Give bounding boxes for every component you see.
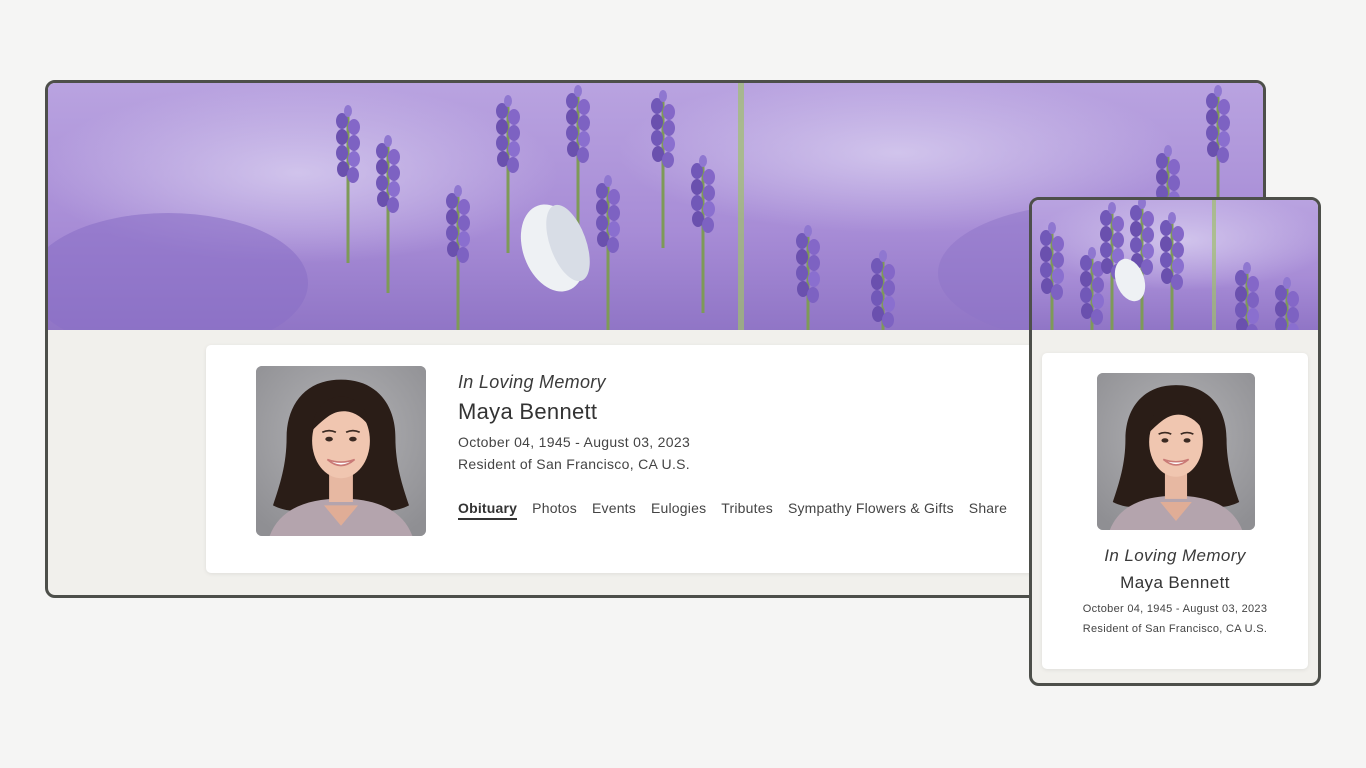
memorial-nav: Obituary Photos Events Eulogies Tributes… — [458, 500, 1007, 520]
tab-sympathy-flowers-gifts[interactable]: Sympathy Flowers & Gifts — [788, 500, 954, 520]
profile-info: In Loving Memory Maya Bennett October 04… — [458, 372, 690, 472]
tab-obituary[interactable]: Obituary — [458, 500, 518, 520]
residence: Resident of San Francisco, CA U.S. — [458, 456, 690, 472]
mobile-profile-card: In Loving Memory Maya Bennett October 04… — [1042, 353, 1308, 669]
tab-photos[interactable]: Photos — [532, 500, 577, 520]
life-dates: October 04, 1945 - August 03, 2023 — [458, 434, 691, 450]
tab-tributes[interactable]: Tributes — [721, 500, 773, 520]
tab-eulogies[interactable]: Eulogies — [651, 500, 706, 520]
memory-label: In Loving Memory — [458, 372, 606, 392]
mobile-residence: Resident of San Francisco, CA U.S. — [1082, 623, 1268, 635]
mobile-profile-info: In Loving Memory Maya Bennett October 04… — [1042, 546, 1308, 635]
profile-photo — [256, 366, 426, 536]
mobile-banner-image — [1032, 200, 1318, 330]
deceased-name: Maya Bennett — [458, 399, 598, 424]
mobile-deceased-name: Maya Bennett — [1120, 573, 1230, 592]
mobile-memory-label: In Loving Memory — [1104, 546, 1246, 565]
mobile-profile-photo — [1097, 373, 1255, 530]
mobile-life-dates: October 04, 1945 - August 03, 2023 — [1082, 603, 1268, 615]
profile-card: In Loving Memory Maya Bennett October 04… — [206, 345, 1106, 573]
tab-share[interactable]: Share — [969, 500, 1007, 520]
tab-events[interactable]: Events — [592, 500, 636, 520]
mobile-preview: In Loving Memory Maya Bennett October 04… — [1029, 197, 1321, 686]
